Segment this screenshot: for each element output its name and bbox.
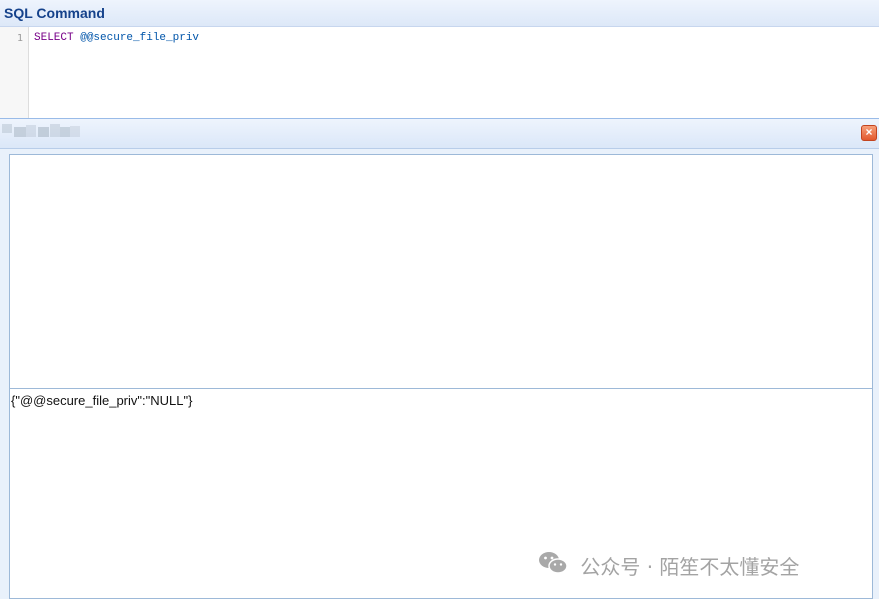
line-gutter: 1 xyxy=(0,27,29,118)
sql-editor[interactable]: 1 SELECT @@secure_file_priv xyxy=(0,27,879,118)
sql-keyword: SELECT xyxy=(34,32,74,44)
sql-command-header: SQL Command xyxy=(0,0,879,27)
result-output[interactable]: {"@@secure_file_priv":"NULL"} xyxy=(9,154,873,599)
result-panel-body: {"@@secure_file_priv":"NULL"} xyxy=(0,149,879,599)
result-panel-header: × xyxy=(0,118,879,149)
line-number: 1 xyxy=(16,33,23,44)
code-line[interactable]: SELECT @@secure_file_priv xyxy=(34,32,199,44)
close-icon[interactable]: × xyxy=(861,125,877,141)
result-text: {"@@secure_file_priv":"NULL"} xyxy=(11,393,193,408)
watermark-text: 公众号 · 陌笙不太懂安全 xyxy=(580,555,800,579)
output-divider xyxy=(10,388,872,389)
wechat-icon xyxy=(538,550,568,581)
sql-variable: @@secure_file_priv xyxy=(80,32,200,44)
watermark: 公众号 · 陌笙不太懂安全 xyxy=(538,550,799,580)
app-window: SQL Command 1 SELECT @@secure_file_priv … xyxy=(0,0,879,599)
panel-title: SQL Command xyxy=(4,5,105,21)
